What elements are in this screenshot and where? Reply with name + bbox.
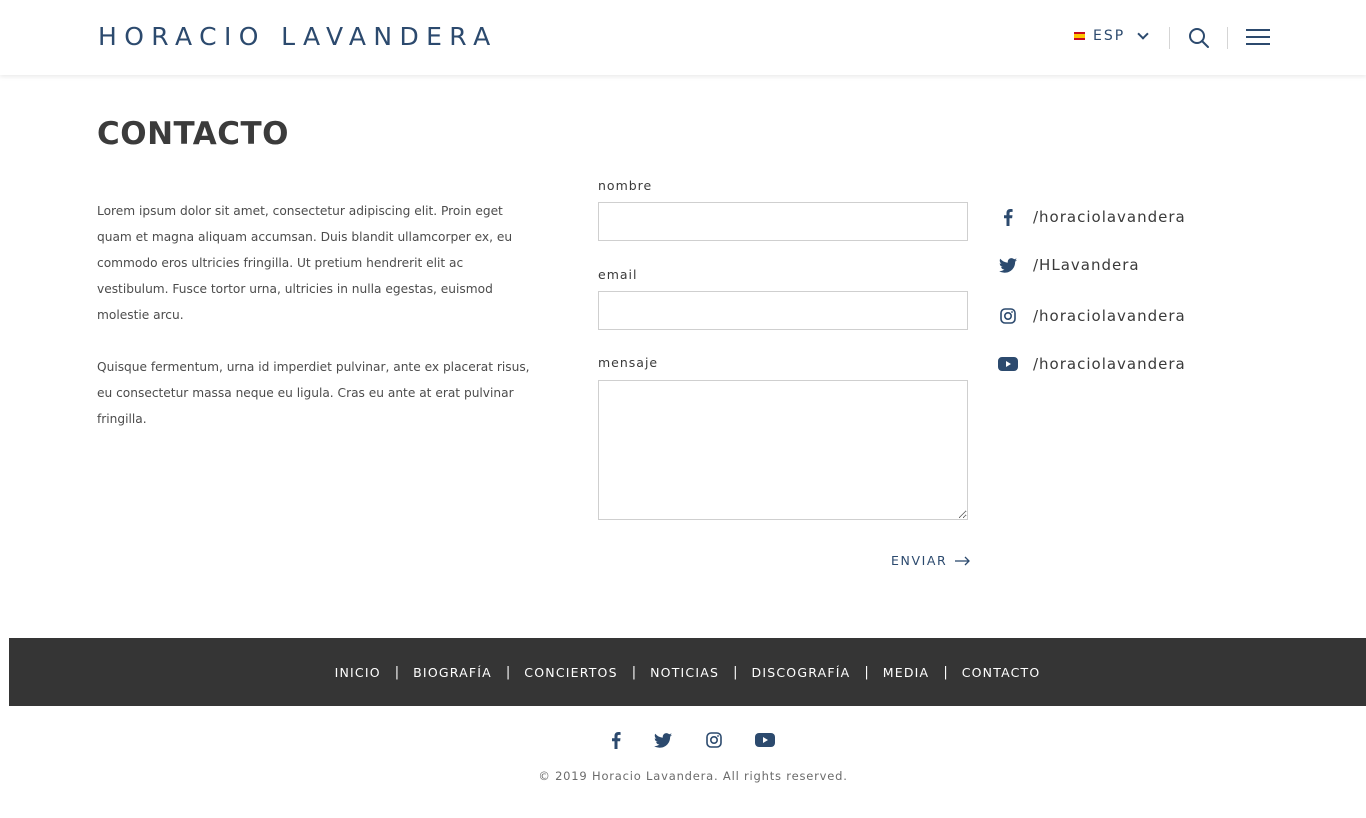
page-title: CONTACTO — [97, 116, 290, 152]
email-field[interactable] — [598, 291, 968, 330]
footer-nav-media[interactable]: MEDIA — [883, 665, 930, 680]
nav-separator: | — [631, 664, 637, 680]
site-logo[interactable]: HORACIO LAVANDERA — [98, 22, 498, 51]
menu-button[interactable] — [1246, 29, 1270, 47]
header-divider — [1169, 27, 1170, 49]
facebook-icon[interactable] — [601, 728, 631, 752]
footer-nav-noticias[interactable]: NOTICIAS — [650, 665, 719, 680]
footer-nav: INICIO | BIOGRAFÍA | CONCIERTOS | NOTICI… — [9, 638, 1366, 706]
footer-nav-discografia[interactable]: DISCOGRAFÍA — [752, 665, 851, 680]
language-selector[interactable]: ESP — [1074, 28, 1149, 44]
arrow-right-icon — [955, 556, 971, 565]
site-header: HORACIO LAVANDERA ESP — [0, 0, 1366, 75]
nav-separator: | — [394, 664, 400, 680]
name-field[interactable] — [598, 202, 968, 241]
intro-paragraph: Lorem ipsum dolor sit amet, consectetur … — [97, 204, 513, 322]
header-divider — [1227, 27, 1228, 49]
footer-nav-biografia[interactable]: BIOGRAFÍA — [413, 665, 492, 680]
nav-separator: | — [864, 664, 869, 680]
nav-separator: | — [733, 664, 738, 680]
footer-nav-conciertos[interactable]: CONCIERTOS — [524, 665, 617, 680]
social-handle: /HLavandera — [1033, 256, 1140, 274]
language-label: ESP — [1093, 28, 1126, 44]
spain-flag-icon — [1074, 32, 1085, 40]
contact-form: nombre email mensaje — [598, 178, 968, 520]
email-label: email — [598, 267, 638, 282]
youtube-icon — [998, 354, 1018, 374]
footer-nav-contacto[interactable]: CONTACTO — [962, 665, 1041, 680]
intro-text: Lorem ipsum dolor sit amet, consectetur … — [97, 198, 537, 458]
nav-separator: | — [505, 664, 511, 680]
nav-separator: | — [943, 664, 948, 680]
twitter-icon — [998, 255, 1018, 275]
message-field[interactable] — [598, 380, 968, 520]
search-icon — [1189, 28, 1209, 48]
social-facebook-link[interactable]: /horaciolavandera — [998, 207, 1238, 227]
submit-label: ENVIAR — [891, 553, 948, 568]
footer-nav-inicio[interactable]: INICIO — [335, 665, 381, 680]
social-instagram-link[interactable]: /horaciolavandera — [998, 306, 1238, 326]
search-button[interactable] — [1188, 27, 1210, 49]
hamburger-icon — [1246, 29, 1270, 31]
name-label: nombre — [598, 178, 653, 193]
intro-paragraph: Quisque fermentum, urna id imperdiet pul… — [97, 360, 530, 426]
social-handle: /horaciolavandera — [1033, 355, 1186, 373]
social-handle: /horaciolavandera — [1033, 208, 1186, 226]
social-youtube-link[interactable]: /horaciolavandera — [998, 354, 1238, 374]
instagram-icon — [998, 306, 1018, 326]
submit-button[interactable]: ENVIAR — [891, 553, 971, 568]
instagram-icon[interactable] — [699, 728, 729, 752]
chevron-down-icon — [1137, 28, 1149, 40]
copyright-text: © 2019 Horacio Lavandera. All rights res… — [538, 769, 848, 783]
twitter-icon[interactable] — [648, 728, 678, 752]
social-twitter-link[interactable]: /HLavandera — [998, 255, 1238, 275]
social-handle: /horaciolavandera — [1033, 307, 1186, 325]
message-label: mensaje — [598, 355, 659, 370]
facebook-icon — [998, 207, 1018, 227]
youtube-icon[interactable] — [750, 728, 780, 752]
